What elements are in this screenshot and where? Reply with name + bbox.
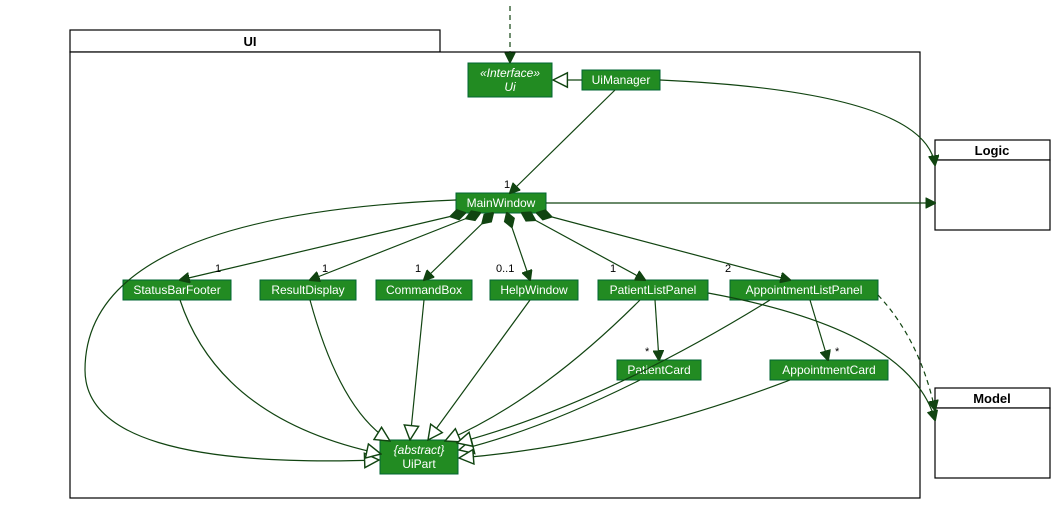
package-ui-label: UI xyxy=(244,34,257,49)
class-statusbarfooter: StatusBarFooter xyxy=(123,280,231,300)
class-appointmentlistpanel: AppointmentListPanel xyxy=(730,280,878,300)
class-ui-stereo: «Interface» xyxy=(480,66,540,80)
class-patientlistpanel: PatientListPanel xyxy=(598,280,708,300)
class-hw-name: HelpWindow xyxy=(500,283,568,297)
package-logic-label: Logic xyxy=(975,143,1010,158)
class-uipart-stereo: {abstract} xyxy=(394,443,445,457)
class-cb-name: CommandBox xyxy=(386,283,462,297)
class-appointmentcard: AppointmentCard xyxy=(770,360,888,380)
class-ui-interface: «Interface» Ui xyxy=(468,63,552,97)
mult-hw: 0..1 xyxy=(496,263,514,275)
class-resultdisplay: ResultDisplay xyxy=(260,280,356,300)
package-model-label: Model xyxy=(973,391,1011,406)
class-pc-name: PatientCard xyxy=(627,363,690,377)
class-uipart: {abstract} UiPart xyxy=(380,440,458,474)
mult-plp: 1 xyxy=(610,263,616,275)
mult-sbf: 1 xyxy=(215,263,221,275)
class-uipart-name: UiPart xyxy=(402,457,436,471)
class-helpwindow: HelpWindow xyxy=(490,280,578,300)
package-logic: Logic xyxy=(935,140,1050,230)
mult-alp: 2 xyxy=(725,263,731,275)
class-plp-name: PatientListPanel xyxy=(610,283,697,297)
class-mainwindow-name: MainWindow xyxy=(467,196,536,210)
class-uimanager-name: UiManager xyxy=(592,73,651,87)
class-alp-name: AppointmentListPanel xyxy=(746,283,863,297)
mult-uimgr-main: 1 xyxy=(504,179,510,191)
mult-cb: 1 xyxy=(415,263,421,275)
class-ac-name: AppointmentCard xyxy=(782,363,875,377)
mult-pc: * xyxy=(645,346,650,358)
mult-ac: * xyxy=(835,346,840,358)
class-ui-name: Ui xyxy=(504,80,516,94)
mult-rd: 1 xyxy=(322,263,328,275)
package-ui: UI xyxy=(70,30,920,498)
package-model: Model xyxy=(935,388,1050,478)
class-uimanager: UiManager xyxy=(582,70,660,90)
class-rd-name: ResultDisplay xyxy=(271,283,344,297)
uml-diagram: UI Logic Model «Interface» Ui UiManager … xyxy=(0,0,1060,511)
class-sbf-name: StatusBarFooter xyxy=(133,283,220,297)
class-mainwindow: MainWindow xyxy=(456,193,546,213)
class-commandbox: CommandBox xyxy=(376,280,472,300)
